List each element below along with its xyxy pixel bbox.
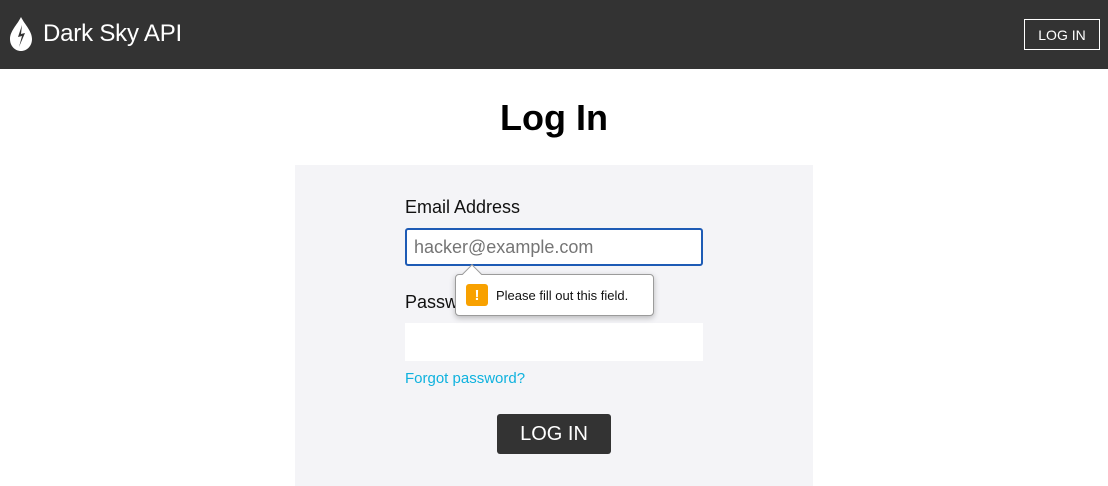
login-form: Email Address hacker@example.com Passwor… (295, 165, 813, 486)
brand-title: Dark Sky API (43, 20, 182, 47)
password-input[interactable] (405, 323, 703, 361)
login-submit-button[interactable]: LOG IN (497, 414, 611, 454)
tooltip-message: Please fill out this field. (496, 287, 629, 303)
header-login-button[interactable]: LOG IN (1024, 19, 1100, 50)
forgot-password-link[interactable]: Forgot password? (405, 370, 525, 387)
email-label: Email Address (405, 197, 521, 217)
email-input[interactable]: hacker@example.com (405, 228, 703, 266)
email-placeholder: hacker@example.com (414, 236, 594, 257)
top-navigation-bar: Dark Sky API LOG IN (0, 0, 1108, 69)
warning-icon: ! (466, 284, 488, 306)
page-title: Log In (500, 97, 608, 138)
brand-link[interactable]: Dark Sky API (8, 16, 182, 52)
validation-tooltip: ! Please fill out this field. (455, 264, 654, 316)
raindrop-icon (8, 16, 34, 52)
